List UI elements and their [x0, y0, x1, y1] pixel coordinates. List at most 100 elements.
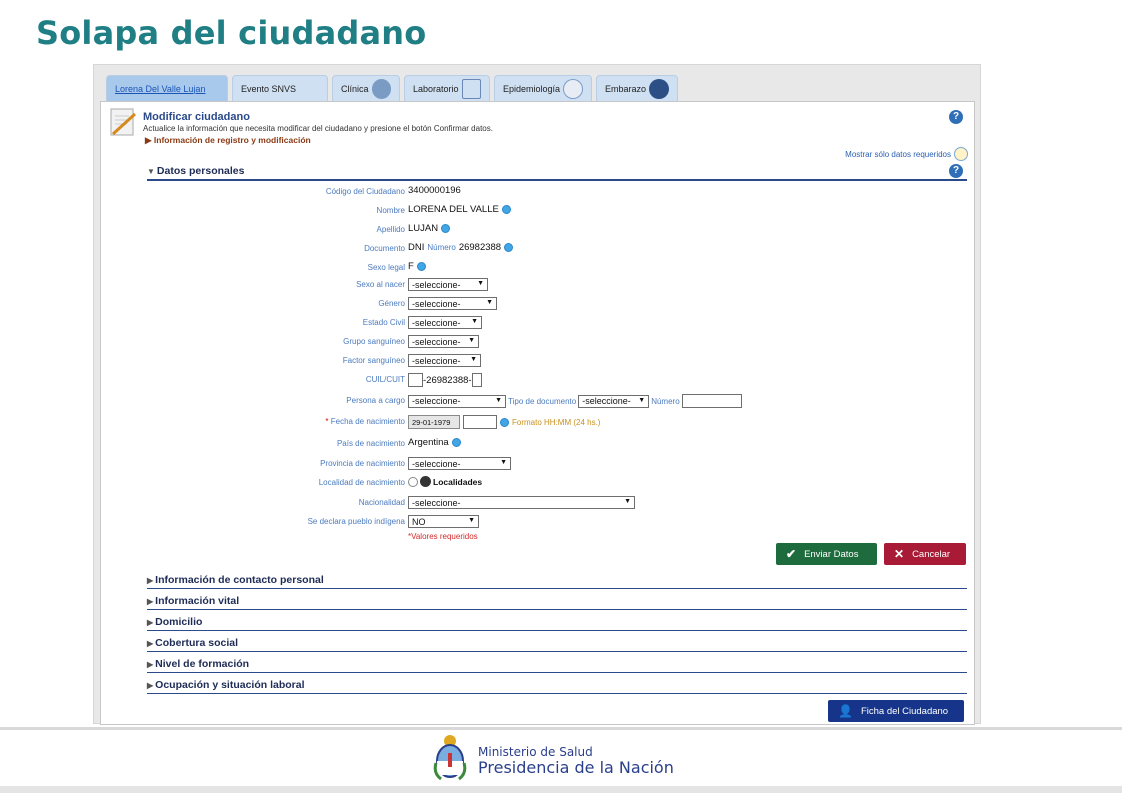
numero-label: Número: [427, 243, 456, 252]
info-dot-icon[interactable]: [501, 205, 511, 214]
row-estado-civil: Estado Civil -seleccione-: [101, 316, 976, 331]
sexo-legal-label: Sexo legal: [367, 263, 405, 272]
indigena-label: Se declara pueblo indígena: [307, 517, 405, 526]
ficha-ciudadano-button[interactable]: 👤 Ficha del Ciudadano: [828, 700, 964, 722]
collapse-arrow-icon: ▼: [147, 167, 155, 176]
section-domicilio[interactable]: ▶ Domicilio: [147, 616, 967, 631]
section-ocupacion[interactable]: ▶ Ocupación y situación laboral: [147, 679, 967, 694]
section-contacto-title: Información de contacto personal: [155, 574, 324, 586]
info-dot-icon[interactable]: [500, 417, 509, 427]
hora-input[interactable]: [463, 415, 497, 429]
pais-value: Argentina: [408, 437, 449, 448]
expand-arrow-icon: ▶: [147, 597, 154, 606]
org-name-line1: Ministerio de Salud: [478, 745, 593, 759]
genero-select[interactable]: -seleccione-: [408, 297, 497, 310]
section-formacion-title: Nivel de formación: [155, 658, 250, 670]
nombre-label: Nombre: [376, 206, 405, 215]
codigo-value: 3400000196: [408, 185, 461, 196]
documento-label: Documento: [364, 244, 405, 253]
estado-civil-select[interactable]: -seleccione-: [408, 316, 482, 329]
expand-arrow-icon: ▶: [147, 618, 154, 627]
row-indigena: Se declara pueblo indígena NO: [101, 515, 976, 530]
fecha-label: * Fecha de nacimiento: [325, 417, 405, 426]
cuil-suffix-input[interactable]: [471, 373, 482, 387]
row-apellido: Apellido LUJAN: [101, 223, 976, 238]
sexo-nacer-select[interactable]: -seleccione-: [408, 278, 488, 291]
user-icon: 👤: [838, 704, 853, 718]
tab-citizen-label: Lorena Del Valle Lujan: [115, 83, 206, 94]
formato-hint: Formato HH:MM (24 hs.): [512, 417, 601, 427]
row-nacionalidad: Nacionalidad -seleccione-: [101, 496, 976, 511]
tab-bar: Lorena Del Valle Lujan Evento SNVS Clíni…: [106, 75, 678, 101]
tab-embarazo[interactable]: Embarazo: [596, 75, 678, 101]
row-provincia: Provincia de nacimiento -seleccione-: [101, 457, 976, 472]
tab-citizen[interactable]: Lorena Del Valle Lujan: [106, 75, 228, 101]
tab-evento-snvs[interactable]: Evento SNVS: [232, 75, 328, 101]
apellido-label: Apellido: [376, 225, 405, 234]
section-datos-personales[interactable]: ▼ Datos personales: [147, 165, 967, 181]
fecha-input[interactable]: 29-01-1979: [408, 415, 460, 429]
localidades-link[interactable]: Localidades: [433, 477, 482, 487]
slide-title: Solapa del ciudadano: [36, 14, 427, 52]
factor-select[interactable]: -seleccione-: [408, 354, 481, 367]
row-factor: Factor sanguíneo -seleccione-: [101, 354, 976, 369]
help-icon[interactable]: ?: [949, 110, 963, 124]
enviar-datos-button[interactable]: ✔ Enviar Datos: [776, 543, 877, 565]
ficha-ciudadano-label: Ficha del Ciudadano: [860, 705, 949, 717]
grupo-select[interactable]: -seleccione-: [408, 335, 479, 348]
localidad-label: Localidad de nacimiento: [318, 478, 405, 487]
edit-document-icon: [110, 108, 137, 136]
info-dot-icon[interactable]: [416, 262, 426, 271]
tab-epidemiologia[interactable]: Epidemiología: [494, 75, 592, 101]
search-icon[interactable]: [408, 476, 418, 487]
indigena-select[interactable]: NO: [408, 515, 479, 528]
estado-civil-label: Estado Civil: [362, 318, 405, 327]
nacionalidad-label: Nacionalidad: [358, 498, 405, 507]
fecha-label-text: Fecha de nacimiento: [330, 417, 405, 426]
codigo-label: Código del Ciudadano: [325, 187, 405, 196]
required-only-link[interactable]: Mostrar sólo datos requeridos: [845, 147, 968, 161]
row-fecha: * Fecha de nacimiento 29-01-1979 Formato …: [101, 415, 976, 430]
doc-tipo-value: DNI: [408, 242, 425, 253]
info-dot-icon[interactable]: [504, 243, 514, 252]
expand-arrow-icon: ▶: [147, 639, 154, 648]
tipo-doc-select[interactable]: -seleccione-: [578, 394, 650, 408]
clear-icon[interactable]: [420, 476, 431, 487]
expand-arrow-icon: ▶: [147, 681, 154, 690]
row-localidad: Localidad de nacimiento Localidades: [101, 476, 976, 491]
nacionalidad-select[interactable]: -seleccione-: [408, 496, 635, 509]
persona-cargo-select[interactable]: -seleccione-: [408, 394, 506, 408]
row-grupo: Grupo sanguíneo -seleccione-: [101, 335, 976, 350]
section-formacion[interactable]: ▶ Nivel de formación: [147, 658, 967, 673]
pais-label: País de nacimiento: [336, 439, 405, 448]
tab-laboratorio[interactable]: Laboratorio: [404, 75, 490, 101]
help-icon[interactable]: ?: [949, 164, 963, 178]
provincia-select[interactable]: -seleccione-: [408, 457, 511, 470]
info-dot-icon[interactable]: [451, 438, 461, 447]
numero-input[interactable]: [681, 394, 742, 408]
section-cobertura[interactable]: ▶ Cobertura social: [147, 637, 967, 652]
info-registro-link[interactable]: ▶ Información de registro y modificación: [145, 135, 311, 146]
cancelar-button[interactable]: ✕ Cancelar: [884, 543, 966, 565]
row-sexo-legal: Sexo legal F: [101, 261, 976, 276]
section-contacto[interactable]: ▶ Información de contacto personal: [147, 574, 967, 589]
section-datos-personales-title: Datos personales: [156, 165, 245, 177]
section-vital[interactable]: ▶ Información vital: [147, 595, 967, 610]
required-only-label: Mostrar sólo datos requeridos: [845, 149, 951, 159]
row-codigo: Código del Ciudadano 3400000196: [101, 185, 976, 200]
sexo-legal-value: F: [408, 261, 414, 272]
factor-label: Factor sanguíneo: [342, 356, 405, 365]
row-cuil: CUIL/CUIT -26982388-: [101, 373, 976, 388]
cuil-label: CUIL/CUIT: [365, 375, 405, 384]
main-panel: Modificar ciudadano Actualice la informa…: [100, 101, 975, 725]
tab-clinica[interactable]: Clínica: [332, 75, 400, 101]
row-genero: Género -seleccione-: [101, 297, 976, 312]
sexo-nacer-label: Sexo al nacer: [356, 280, 405, 289]
section-cobertura-title: Cobertura social: [155, 637, 239, 649]
expand-arrow-icon: ▶: [147, 576, 154, 585]
cuil-prefix-input[interactable]: [408, 373, 423, 387]
coat-of-arms-logo: [433, 735, 467, 781]
info-dot-icon[interactable]: [441, 224, 451, 233]
valores-requeridos-note: *Valores requeridos: [408, 532, 478, 541]
section-domicilio-title: Domicilio: [155, 616, 203, 628]
